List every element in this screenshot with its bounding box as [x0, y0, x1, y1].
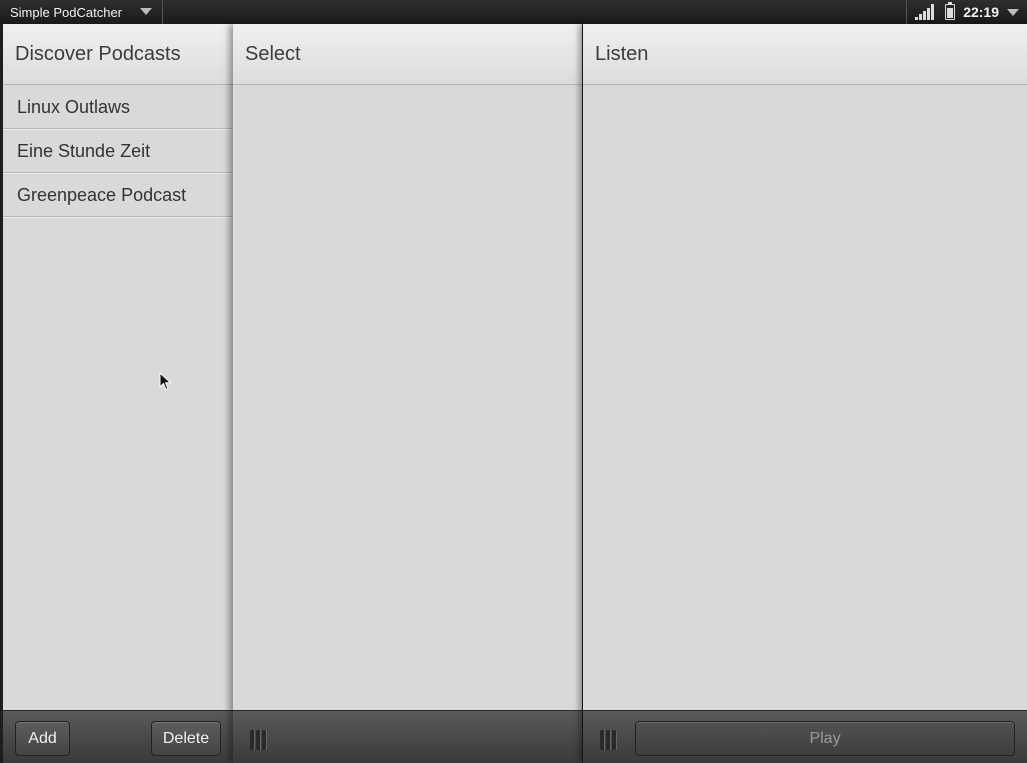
signal-strength-icon	[915, 4, 935, 20]
podcast-list-item[interactable]: Greenpeace Podcast	[3, 173, 233, 217]
mouse-cursor-icon	[159, 372, 172, 391]
podcast-list: Linux Outlaws Eine Stunde Zeit Greenpeac…	[3, 85, 233, 217]
app-menu[interactable]: Simple PodCatcher	[0, 0, 163, 24]
status-bar: Simple PodCatcher 22:19	[0, 0, 1027, 24]
listen-toolbar: Play	[583, 710, 1027, 763]
delete-button[interactable]: Delete	[151, 721, 221, 756]
chevron-down-icon	[140, 8, 152, 15]
listen-header: Listen	[583, 24, 1027, 85]
discover-header: Discover Podcasts	[3, 24, 233, 85]
clock: 22:19	[963, 4, 999, 20]
chevron-down-icon	[1007, 8, 1019, 16]
select-panel: Select	[233, 24, 582, 763]
divider	[906, 0, 908, 24]
battery-icon	[945, 2, 956, 20]
podcast-list-item[interactable]: Eine Stunde Zeit	[3, 129, 233, 173]
podcast-list-item[interactable]: Linux Outlaws	[3, 85, 233, 129]
select-header: Select	[233, 24, 582, 85]
discover-toolbar: Add Delete	[3, 710, 233, 763]
drag-handle-icon[interactable]	[250, 730, 268, 750]
listen-panel: Listen Play	[583, 24, 1027, 763]
drag-handle-icon[interactable]	[600, 730, 618, 750]
app-title: Simple PodCatcher	[10, 4, 122, 20]
add-button[interactable]: Add	[15, 721, 70, 756]
play-button[interactable]: Play	[635, 721, 1015, 756]
select-toolbar	[233, 710, 582, 763]
system-status[interactable]: 22:19	[906, 0, 1019, 24]
discover-panel: Discover Podcasts Linux Outlaws Eine Stu…	[3, 24, 233, 763]
